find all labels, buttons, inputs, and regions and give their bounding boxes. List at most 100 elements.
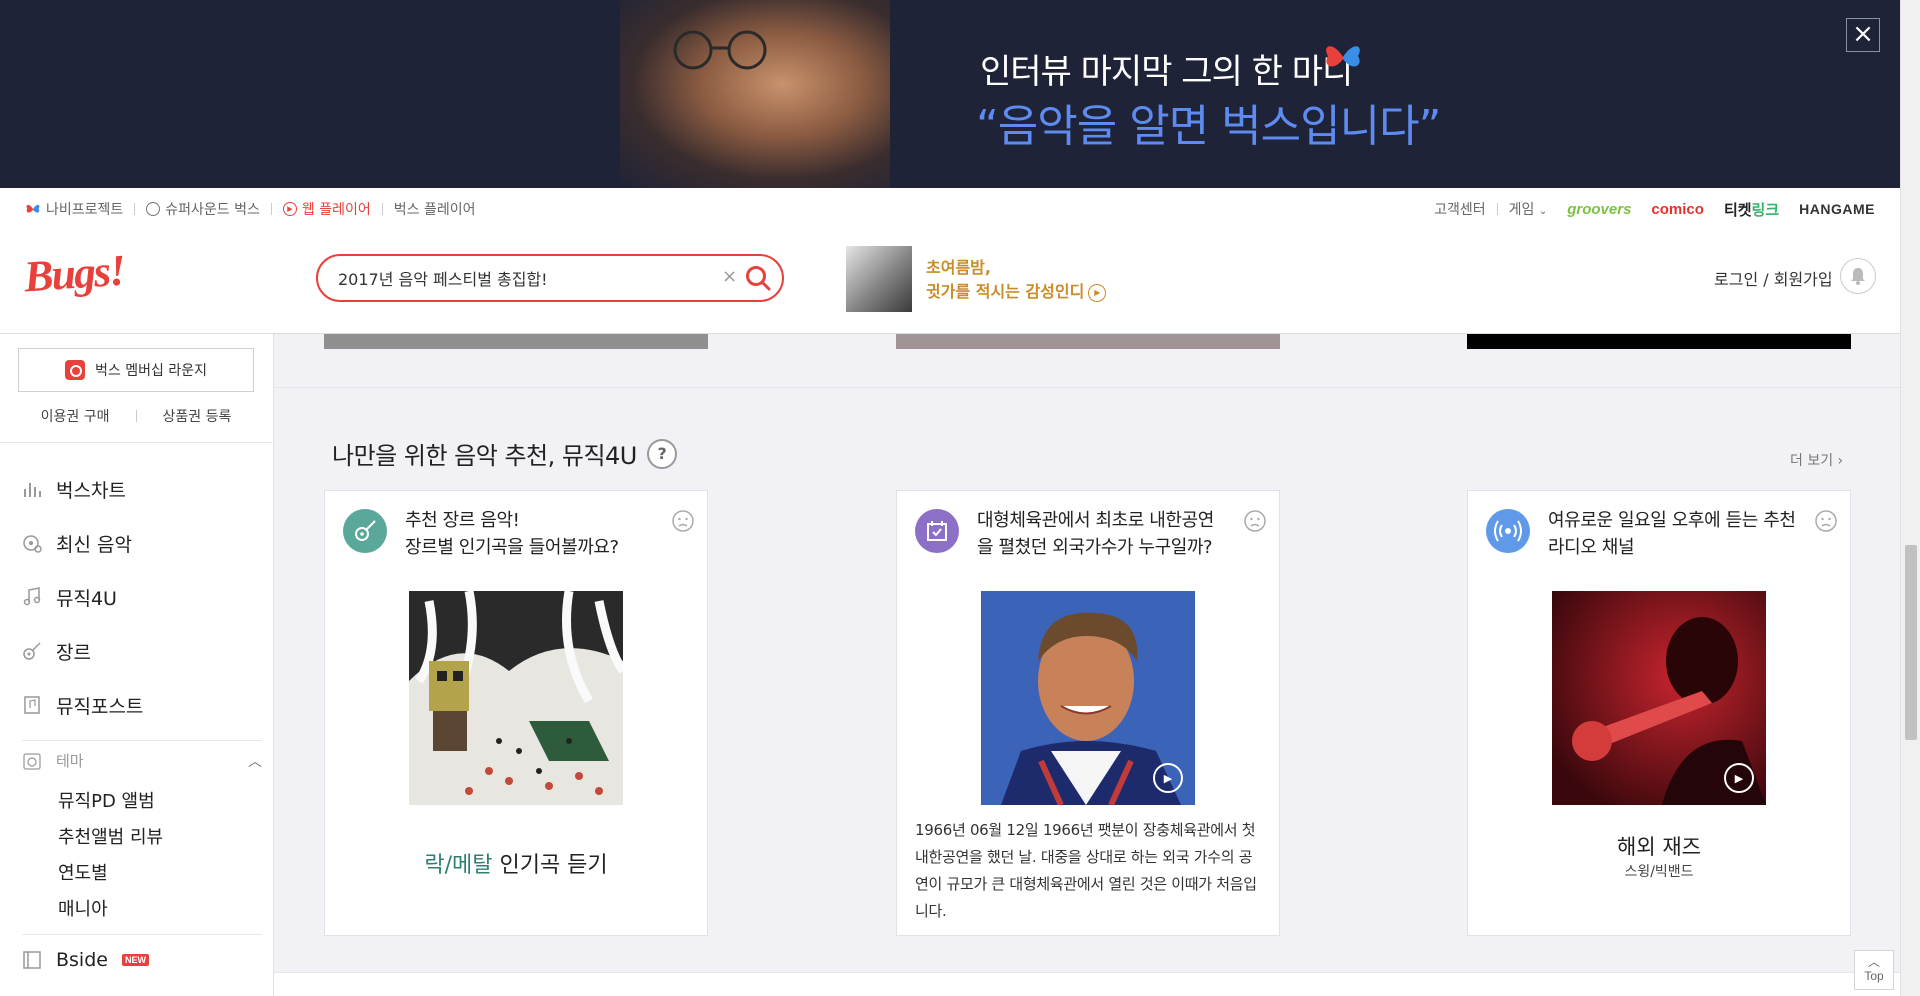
- theme-item-musicpd[interactable]: 뮤직PD 앨범: [58, 782, 262, 818]
- register-voucher-link[interactable]: 상품권 등록: [163, 406, 232, 426]
- top-ad-banner[interactable]: 인터뷰 마지막 그의 한 마디 “음악을 알면 벅스입니다” ×: [0, 0, 1900, 188]
- bugs-logo[interactable]: Bugs!: [22, 245, 125, 303]
- promo-thumbnail[interactable]: [846, 246, 912, 312]
- chevron-down-icon: ⌄: [1538, 206, 1548, 217]
- sidebar-item-music4u[interactable]: 뮤직4U: [22, 570, 262, 624]
- help-icon[interactable]: ?: [646, 438, 677, 469]
- genre-name: 락/메탈: [424, 853, 493, 878]
- music-note-icon: [23, 587, 41, 606]
- play-circle-icon: ▶: [1088, 283, 1107, 302]
- divider: [381, 203, 383, 215]
- theme-label: 테마: [56, 752, 84, 770]
- ticketlink-logo-link[interactable]: 티켓링크: [1724, 199, 1779, 220]
- hangame-logo-link[interactable]: HANGAME: [1799, 201, 1875, 217]
- next-section-edge: [274, 972, 1900, 996]
- theme-icon: [23, 752, 41, 770]
- card-title-line: 라디오 채널: [1548, 537, 1635, 558]
- topbar-link-butterfly[interactable]: 나비프로젝트: [25, 199, 123, 219]
- sidebar-item-label: 장르: [56, 641, 91, 664]
- membership-lounge-button[interactable]: 벅스 멤버십 라운지: [18, 348, 254, 392]
- theme-item-mania[interactable]: 매니아: [58, 890, 262, 926]
- promo-banner[interactable]: 초여름밤, 귓가를 적시는 감성인디 ▶: [926, 256, 1107, 304]
- login-signup-link[interactable]: 로그인 / 회원가입: [1714, 266, 1833, 290]
- topbar-link-webplayer[interactable]: ▶ 웹 플레이어: [282, 199, 371, 219]
- topbar-link-label: 웹 플레이어: [301, 202, 371, 218]
- sidebar-item-label: 최신 음악: [56, 533, 132, 556]
- sidebar-item-new-music[interactable]: 최신 음악: [22, 516, 262, 570]
- radio-waves-icon: [1486, 509, 1530, 553]
- theme-submenu: 뮤직PD 앨범 추천앨범 리뷰 연도별 매니아: [58, 782, 262, 926]
- more-link[interactable]: 더 보기 ›: [1790, 450, 1843, 470]
- super-sound-icon: [146, 202, 161, 216]
- banner-quote: “음악을 알면 벅스입니다”: [976, 101, 1441, 152]
- sidebar-item-musicpost[interactable]: 뮤직포스트: [22, 678, 262, 732]
- new-badge: NEW: [121, 953, 149, 966]
- notification-bell-button[interactable]: [1840, 258, 1876, 294]
- sidebar-item-genre[interactable]: 장르: [22, 624, 262, 678]
- sidebar-nav: 벅스차트 최신 음악 뮤직4U 장르 뮤직포스트 테마 ︿ 뮤직PD 앨범 추천…: [22, 462, 262, 976]
- promo-line1: 초여름밤,: [926, 258, 991, 277]
- card-description: 1966년 06월 12일 1966년 팻분이 장충체육관에서 첫 내한공연을 …: [915, 821, 1257, 920]
- divider: [270, 203, 272, 215]
- chart-bars-icon: [24, 483, 41, 497]
- play-circle-icon[interactable]: ▶: [1724, 763, 1754, 793]
- link-label: 링크: [1751, 201, 1780, 219]
- topbar-link-label: 슈퍼사운드 벅스: [165, 202, 260, 218]
- purchase-links: 이용권 구매 상품권 등록: [18, 406, 254, 426]
- topbar-right-links: 고객센터 게임 ⌄ groovers comico 티켓링크 HANGAME: [1434, 196, 1875, 222]
- music-post-icon: [24, 696, 40, 714]
- topbar-left-links: 나비프로젝트 슈퍼사운드 벅스 ▶ 웹 플레이어 벅스 플레이어: [25, 196, 476, 222]
- buy-pass-link[interactable]: 이용권 구매: [41, 406, 110, 426]
- butterfly-icon: [26, 204, 40, 213]
- guitar-icon: [343, 509, 387, 553]
- topbar-link-supersound[interactable]: 슈퍼사운드 벅스: [146, 199, 260, 219]
- sidebar-item-label: 벅스차트: [56, 479, 126, 502]
- card-title-line: 여유로운 일요일 오후에 듣는 추천: [1548, 510, 1796, 531]
- dislike-face-icon[interactable]: [1814, 509, 1838, 533]
- music4u-card-genre[interactable]: 추천 장르 음악! 장르별 인기곡을 들어볼까요? 락/메탈 인기곡 듣기: [324, 490, 708, 936]
- card-title: 대형체육관에서 최초로 내한공연 을 펼쳤던 외국가수가 누구일까?: [977, 507, 1237, 561]
- scroll-to-top-button[interactable]: ︿ Top: [1854, 950, 1894, 990]
- groovers-logo-link[interactable]: groovers: [1567, 201, 1631, 218]
- sidebar-item-bside[interactable]: Bside NEW: [22, 934, 262, 976]
- sidebar-item-chart[interactable]: 벅스차트: [22, 462, 262, 516]
- genre-play-link[interactable]: 락/메탈 인기곡 듣기: [325, 847, 707, 879]
- card-title: 여유로운 일요일 오후에 듣는 추천 라디오 채널: [1548, 507, 1808, 561]
- theme-section-toggle[interactable]: 테마 ︿: [22, 740, 262, 776]
- divider: [0, 442, 274, 443]
- search-box: ×: [316, 254, 784, 302]
- album-cover-image[interactable]: [409, 591, 623, 805]
- bside-book-icon: [23, 950, 41, 969]
- radio-channel-cover[interactable]: ▶: [1552, 591, 1766, 805]
- artist-photo[interactable]: ▶: [981, 591, 1195, 805]
- theme-item-album-review[interactable]: 추천앨범 리뷰: [58, 818, 262, 854]
- theme-item-by-year[interactable]: 연도별: [58, 854, 262, 890]
- card-title: 추천 장르 음악! 장르별 인기곡을 들어볼까요?: [405, 507, 665, 561]
- search-input[interactable]: [338, 266, 718, 290]
- new-music-icon: [23, 535, 42, 553]
- card-title-line: 을 펼쳤던 외국가수가 누구일까?: [977, 537, 1213, 558]
- radio-channel-subtitle: 스윙/빅밴드: [1624, 864, 1694, 880]
- left-sidebar: 벅스 멤버십 라운지 이용권 구매 상품권 등록 벅스차트 최신 음악 뮤직4U…: [0, 334, 274, 996]
- music4u-card-today[interactable]: 대형체육관에서 최초로 내한공연 을 펼쳤던 외국가수가 누구일까? ▶ 196…: [896, 490, 1280, 936]
- dislike-face-icon[interactable]: [671, 509, 695, 533]
- game-label: 게임: [1508, 202, 1535, 218]
- guitar-icon: [23, 642, 41, 660]
- comico-logo-link[interactable]: comico: [1651, 201, 1704, 218]
- dislike-face-icon[interactable]: [1243, 509, 1267, 533]
- sidebar-item-label: Bside: [56, 948, 108, 971]
- scrollbar-thumb[interactable]: [1905, 545, 1917, 740]
- banner-close-button[interactable]: ×: [1846, 18, 1880, 52]
- site-header: 나비프로젝트 슈퍼사운드 벅스 ▶ 웹 플레이어 벅스 플레이어 고객센터 게임…: [0, 188, 1900, 334]
- clear-search-icon[interactable]: ×: [722, 266, 737, 287]
- calendar-check-icon: [915, 509, 959, 553]
- divider: [134, 203, 136, 215]
- customer-center-link[interactable]: 고객센터: [1434, 199, 1486, 219]
- play-circle-icon[interactable]: ▶: [1153, 763, 1183, 793]
- game-dropdown[interactable]: 게임 ⌄: [1509, 199, 1548, 219]
- topbar-link-bugsplayer[interactable]: 벅스 플레이어: [394, 199, 476, 219]
- page-scrollbar[interactable]: [1900, 0, 1920, 996]
- music4u-card-radio[interactable]: 여유로운 일요일 오후에 듣는 추천 라디오 채널 ▶ 해외 재즈 스윙/빅밴드: [1467, 490, 1851, 936]
- search-icon[interactable]: [744, 264, 772, 292]
- previous-card-edge: [324, 334, 708, 349]
